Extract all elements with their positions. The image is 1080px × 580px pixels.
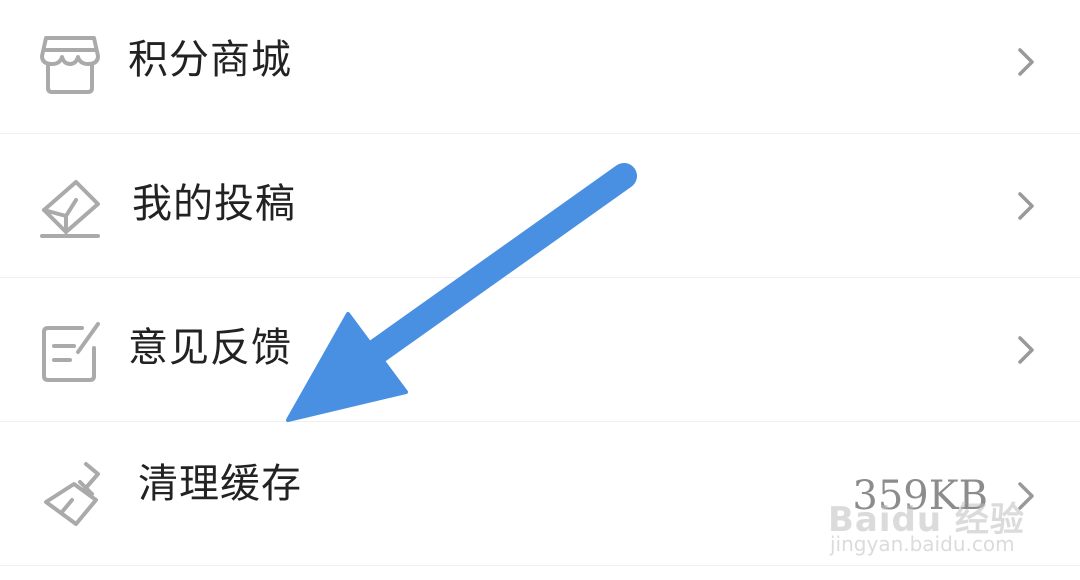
chevron-right-icon (1012, 42, 1040, 82)
menu-item-my-submissions[interactable]: 我的投稿 (0, 136, 1080, 278)
menu-item-label: 意见反馈 (128, 325, 292, 371)
watermark-url: jingyan.baidu.com (830, 532, 1015, 556)
envelope-pen-icon (36, 174, 104, 242)
menu-item-label: 清理缓存 (138, 461, 302, 507)
settings-screen: 积分商城 我的投稿 意见反馈 清理缓存 359KB Baidu 经验 jingy… (0, 0, 1080, 580)
menu-item-label: 积分商城 (128, 37, 292, 83)
chevron-right-icon (1012, 330, 1040, 370)
menu-item-feedback[interactable]: 意见反馈 (0, 280, 1080, 422)
chevron-right-icon (1012, 186, 1040, 226)
broom-icon (40, 460, 108, 528)
baidu-jingyan-watermark: Baidu 经验 jingyan.baidu.com (828, 458, 1048, 568)
menu-item-points-mall[interactable]: 积分商城 (0, 0, 1080, 134)
store-icon (36, 30, 104, 98)
feedback-edit-icon (36, 318, 104, 386)
menu-item-label: 我的投稿 (132, 181, 296, 227)
